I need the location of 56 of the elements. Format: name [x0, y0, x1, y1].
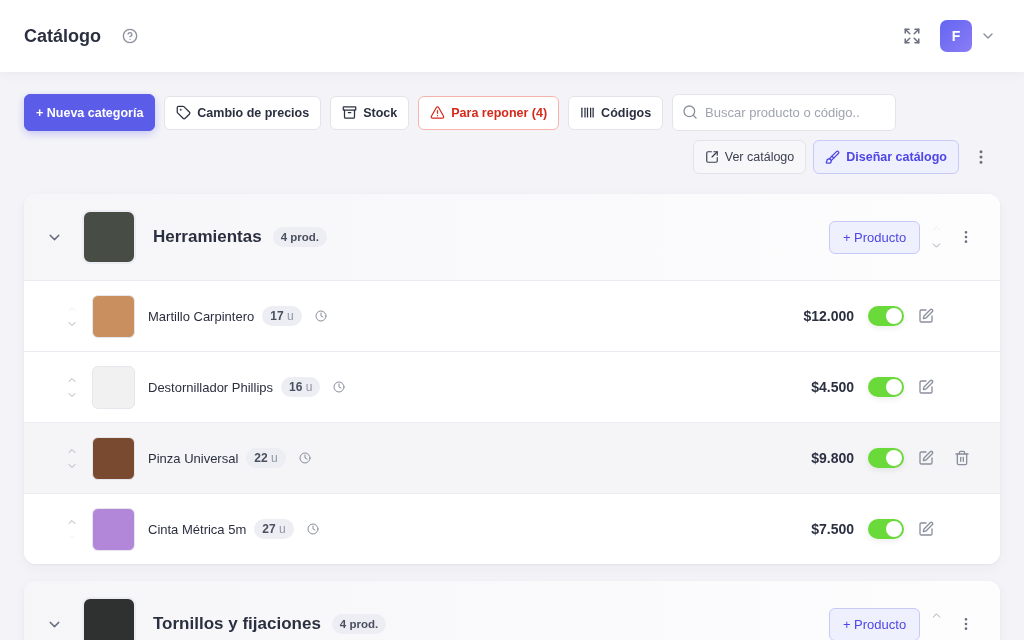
product-price: $12.000	[803, 308, 854, 324]
add-product-button[interactable]: + Producto	[829, 220, 920, 254]
product-name: Destornillador Phillips	[148, 379, 273, 395]
product-price: $9.800	[811, 450, 854, 466]
product-name: Cinta Métrica 5m	[148, 521, 247, 537]
trash-icon[interactable]	[954, 450, 970, 466]
active-toggle[interactable]	[868, 448, 904, 468]
photo-placeholder	[92, 294, 135, 338]
external-link-icon	[704, 150, 719, 164]
edit-icon[interactable]	[918, 308, 934, 324]
add-product-button[interactable]: + Producto	[829, 607, 920, 640]
tag-icon	[176, 105, 192, 120]
edit-icon[interactable]	[918, 521, 934, 537]
warning-icon	[430, 105, 446, 120]
stock-badge: 27 u	[254, 519, 294, 539]
restock-button[interactable]: Para reponer (4)	[418, 95, 560, 130]
active-toggle[interactable]	[868, 306, 904, 326]
clock-icon[interactable]	[306, 523, 319, 535]
category-name: Herramientas	[153, 227, 262, 247]
category-name: Tornillos y fijaciones	[153, 614, 321, 634]
product-name: Pinza Universal	[148, 450, 239, 466]
clock-icon[interactable]	[298, 452, 311, 464]
expand-icon[interactable]	[903, 27, 921, 45]
photo-placeholder	[92, 365, 135, 409]
product-price: $7.500	[811, 521, 854, 537]
edit-icon[interactable]	[918, 379, 934, 395]
new-category-button[interactable]: + Nueva categoría	[24, 94, 156, 131]
stock-button[interactable]: Stock	[330, 95, 410, 130]
active-toggle[interactable]	[868, 377, 904, 397]
product-name: Martillo Carpintero	[148, 308, 255, 324]
search-icon	[682, 104, 699, 120]
clock-icon[interactable]	[333, 381, 346, 393]
view-catalog-button[interactable]: Ver catálogo	[692, 140, 807, 174]
edit-icon[interactable]	[918, 450, 934, 466]
clock-icon[interactable]	[314, 310, 327, 322]
stock-badge: 17 u	[262, 306, 302, 326]
help-icon[interactable]	[122, 28, 138, 44]
stock-badge: 16 u	[281, 377, 321, 397]
active-toggle[interactable]	[868, 519, 904, 539]
search-field[interactable]: Buscar producto o código..	[672, 94, 897, 131]
photo-placeholder	[92, 436, 135, 480]
brush-icon	[825, 149, 841, 165]
codes-button[interactable]: Códigos	[568, 95, 664, 130]
user-avatar[interactable]: F	[940, 20, 972, 52]
product-count-badge: 4 prod.	[272, 227, 327, 247]
design-catalog-button[interactable]: Diseñar catálogo	[813, 140, 959, 174]
product-count-badge: 4 prod.	[331, 614, 387, 634]
page-title: Catálogo	[24, 25, 101, 47]
photo-placeholder	[82, 597, 136, 640]
photo-placeholder	[92, 507, 135, 551]
barcode-icon	[580, 105, 596, 120]
archive-box-icon	[342, 105, 358, 120]
photo-placeholder	[82, 210, 136, 264]
stock-badge: 22 u	[246, 448, 286, 468]
price-change-button[interactable]: Cambio de precios	[164, 95, 322, 130]
product-price: $4.500	[811, 379, 854, 395]
